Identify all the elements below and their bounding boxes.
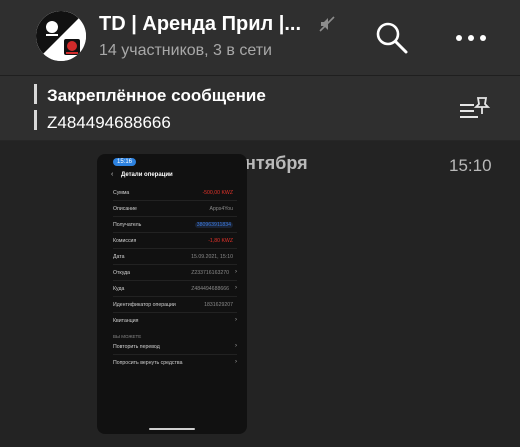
row-label: Откуда: [113, 270, 131, 276]
row-value: 380963911834: [194, 222, 233, 228]
chevron-right-icon: ›: [235, 359, 237, 365]
chevron-right-icon: ›: [235, 317, 237, 323]
row-value: Z233716163270: [191, 270, 229, 276]
pinned-message-bar[interactable]: Закреплённое сообщение Z484494688666: [0, 76, 520, 141]
row-divider: [113, 232, 237, 233]
row-label: Попросить вернуть средства: [113, 360, 183, 366]
chat-header: TD | Аренда Прил |... 14 участников, 3 в…: [0, 0, 520, 75]
chat-avatar[interactable]: [36, 11, 86, 61]
row-value: 15.09.2021, 15:10: [191, 254, 233, 260]
pinned-indicator-top: [34, 84, 37, 104]
message-image-screenshot[interactable]: 15:16 ‹ Детали операции Сумма -500,00 KW…: [97, 154, 247, 434]
row-divider: [113, 264, 237, 265]
detail-row-operation-id: Идентификатор операции 1831629207: [113, 302, 237, 308]
pinned-list-icon[interactable]: [458, 94, 492, 127]
chat-subtitle: 14 участников, 3 в сети: [99, 42, 272, 59]
row-label: Повторить перевод: [113, 344, 160, 350]
home-indicator: [149, 428, 195, 430]
pinned-text: Z484494688666: [47, 113, 171, 132]
screenshot-title: Детали операции: [121, 172, 173, 178]
row-divider: [113, 216, 237, 217]
avatar-logo-icon: [36, 11, 86, 61]
detail-row-date: Дата 15.09.2021, 15:10: [113, 254, 237, 260]
muted-icon: [318, 15, 336, 38]
chevron-right-icon: ›: [235, 343, 237, 349]
search-icon[interactable]: [374, 20, 410, 56]
detail-row-commission: Комиссия -1,80 KWZ: [113, 238, 237, 244]
section-label: ВЫ МОЖЕТЕ: [113, 334, 142, 339]
chevron-right-icon: ›: [235, 269, 237, 275]
row-label: Куда: [113, 286, 125, 292]
detail-row-description: Описание Apps4You: [113, 206, 237, 212]
row-value: 1831629207: [204, 302, 233, 308]
pinned-label: Закреплённое сообщение: [47, 86, 266, 105]
screenshot-status-time: 15:16: [113, 158, 137, 166]
detail-row-to: Куда Z484494688666 ›: [113, 285, 237, 292]
more-vertical-icon[interactable]: [455, 30, 487, 41]
row-label: Идентификатор операции: [113, 302, 176, 308]
screenshot-header: ‹ Детали операции: [97, 168, 247, 182]
row-divider: [113, 296, 237, 297]
chevron-right-icon: ›: [235, 285, 237, 291]
row-value: -500,00 KWZ: [202, 190, 233, 196]
row-value: Apps4You: [209, 206, 233, 212]
action-repeat-transfer: Повторить перевод ›: [113, 343, 237, 350]
detail-row-receipt: Квитанция ›: [113, 317, 237, 324]
row-label: Комиссия: [113, 238, 137, 244]
detail-row-recipient: Получатель 380963911834: [113, 222, 237, 228]
pinned-indicator-bottom: [34, 110, 37, 130]
action-request-refund: Попросить вернуть средства ›: [113, 359, 237, 366]
row-label: Описание: [113, 206, 137, 212]
back-icon: ‹: [111, 171, 114, 178]
detail-row-amount: Сумма -500,00 KWZ: [113, 190, 237, 196]
detail-row-from: Откуда Z233716163270 ›: [113, 269, 237, 276]
row-divider: [113, 200, 237, 201]
row-label: Получатель: [113, 222, 142, 228]
row-divider: [113, 280, 237, 281]
message-time: 15:10: [449, 156, 492, 175]
row-label: Квитанция: [113, 318, 139, 324]
row-label: Дата: [113, 254, 125, 260]
row-value: Z484494688666: [191, 286, 229, 292]
row-value: -1,80 KWZ: [208, 238, 233, 244]
row-divider: [113, 312, 237, 313]
row-divider: [113, 354, 237, 355]
row-divider: [113, 248, 237, 249]
row-label: Сумма: [113, 190, 130, 196]
chat-title[interactable]: TD | Аренда Прил |...: [99, 13, 301, 36]
